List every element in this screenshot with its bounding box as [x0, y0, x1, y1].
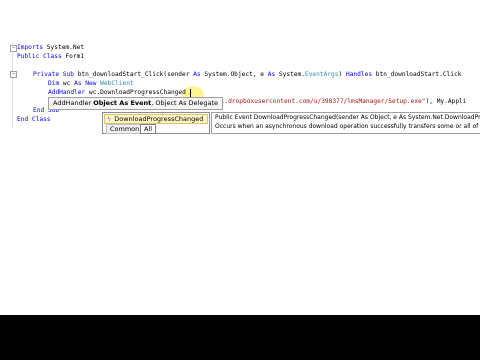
code-text: wc.DownloadProgressChanged: [85, 89, 186, 96]
code-text: , e: [252, 71, 268, 78]
code-keyword: Public Class: [17, 53, 62, 60]
code-keyword: AddHandler: [48, 89, 86, 96]
code-text: wc: [59, 80, 75, 87]
text-caret: [190, 89, 191, 97]
code-line-3[interactable]: Public Class Form1: [17, 53, 84, 61]
completion-item-label: DownloadProgressChanged: [114, 115, 204, 123]
tooltip-suffix: , Object As Delegate: [151, 99, 219, 107]
tab-all[interactable]: All: [140, 124, 157, 134]
code-line-10[interactable]: End Class: [17, 116, 51, 124]
description-signature: Public Event DownloadProgressChanged(sen…: [215, 114, 480, 121]
code-line-1[interactable]: Imports System.Net: [17, 44, 84, 52]
description-summary: Occurs when an asynchronous download ope…: [215, 123, 480, 130]
quickinfo-description: Public Event DownloadProgressChanged(sen…: [211, 112, 480, 134]
event-icon: ϟ: [107, 115, 112, 123]
code-keyword: As: [193, 71, 201, 78]
code-text: ), My.Appli: [425, 98, 467, 105]
outline-margin: [12, 42, 13, 128]
code-keyword: As New: [74, 80, 97, 87]
code-editor[interactable]: − − Imports System.Net Public Class Form…: [0, 0, 480, 315]
intellisense-list[interactable]: ϟ DownloadProgressChanged Common All: [102, 112, 210, 134]
tooltip-current-param: Object As Event: [93, 99, 152, 107]
code-line-7[interactable]: AddHandler wc.DownloadProgressChanged: [48, 89, 186, 97]
code-keyword: Imports: [17, 44, 44, 51]
code-keyword: Private Sub: [33, 71, 74, 78]
code-text: Form1: [61, 53, 85, 60]
signature-tooltip: AddHandler Object As Event, Object As De…: [48, 97, 224, 110]
code-text: System.Net: [43, 44, 85, 51]
code-text: btn_downloadStart_Click(sender: [73, 71, 194, 78]
code-keyword: End Class: [17, 116, 51, 123]
code-text: btn_downloadStart.Click: [372, 71, 462, 78]
code-keyword: Handles: [345, 71, 373, 78]
code-type: WebClient: [96, 80, 134, 87]
code-keyword: Dim: [48, 80, 60, 87]
completion-item-selected[interactable]: ϟ DownloadProgressChanged: [104, 114, 208, 124]
tab-common[interactable]: Common: [106, 124, 144, 134]
code-line-8[interactable]: s://dl.dropboxusercontent.com/u/398377/l…: [202, 98, 467, 106]
code-line-5[interactable]: Private Sub btn_downloadStart_Click(send…: [33, 71, 461, 79]
code-string: s://dl.dropboxusercontent.com/u/398377/l…: [202, 98, 426, 105]
code-text: ): [338, 71, 346, 78]
collapse-toggle-icon[interactable]: −: [10, 45, 17, 52]
tooltip-prefix: AddHandler: [53, 99, 94, 107]
code-text: System.: [275, 71, 305, 78]
code-type: EventArgs: [304, 71, 339, 78]
collapse-toggle-icon[interactable]: −: [10, 71, 17, 78]
code-text: System.Object: [200, 71, 253, 78]
code-line-6[interactable]: Dim wc As New WebClient: [48, 80, 134, 88]
